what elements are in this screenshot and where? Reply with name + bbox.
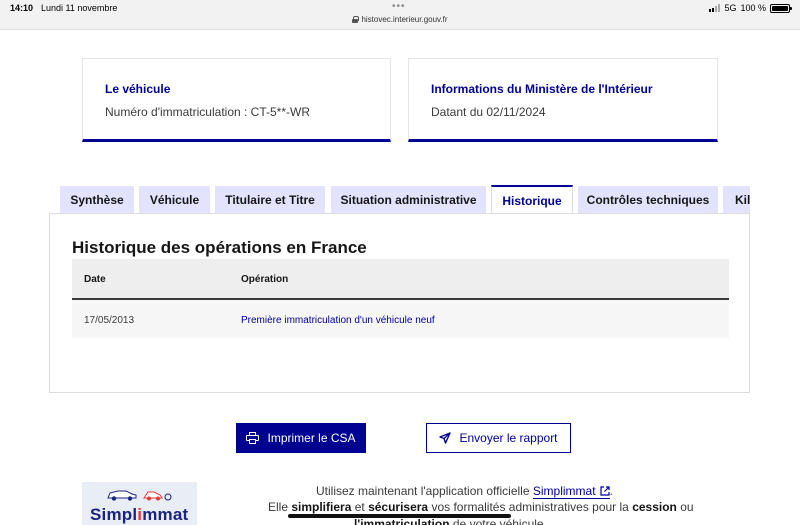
tab-synthese[interactable]: Synthèse <box>60 186 134 213</box>
status-bar: 14:10 Lundi 11 novembre ••• histovec.int… <box>0 0 800 30</box>
external-link-icon <box>599 486 610 496</box>
tab-controles-techniques[interactable]: Contrôles techniques <box>578 186 718 213</box>
vehicle-card-title: Le véhicule <box>105 82 171 96</box>
ministry-card-title: Informations du Ministère de l'Intérieur <box>431 82 653 96</box>
tab-vehicule[interactable]: Véhicule <box>139 186 210 213</box>
status-indicators: 5G 100 % <box>709 3 792 13</box>
print-button-label: Imprimer le CSA <box>267 431 356 445</box>
tab-titulaire-titre[interactable]: Titulaire et Titre <box>215 186 325 213</box>
tab-kilometrage[interactable]: Kilo <box>723 186 750 213</box>
tab-historique[interactable]: Historique <box>491 185 573 214</box>
tab-bar: Synthèse Véhicule Titulaire et Titre Sit… <box>60 185 750 214</box>
print-csa-button[interactable]: Imprimer le CSA <box>236 423 366 453</box>
logo-wordmark: Simplimmat <box>90 505 189 524</box>
printer-icon <box>246 432 260 444</box>
lock-icon <box>352 16 360 23</box>
promo-line-1: Utilisez maintenant l'application offici… <box>316 484 613 499</box>
data-date: Datant du 02/11/2024 <box>431 105 546 119</box>
history-table: Date Opération 17/05/2013 Première immat… <box>72 259 729 338</box>
simplimmat-link[interactable]: Simplimmat <box>532 484 610 499</box>
table-header: Date Opération <box>72 259 729 300</box>
promo-line-2: Elle simplifiera et sécurisera vos forma… <box>268 500 694 514</box>
network-type: 5G <box>724 3 737 13</box>
address-url: histovec.interieur.gouv.fr <box>361 15 448 24</box>
column-header-operation: Opération <box>241 274 289 285</box>
tab-situation-administrative[interactable]: Situation administrative <box>331 186 486 213</box>
table-row: 17/05/2013 Première immatriculation d'un… <box>72 300 729 338</box>
panel-title: Historique des opérations en France <box>72 238 367 257</box>
status-time: 14:10 <box>10 3 34 13</box>
row-operation: Première immatriculation d'un véhicule n… <box>241 315 435 326</box>
address-bar[interactable]: histovec.interieur.gouv.fr <box>0 15 800 24</box>
column-header-date: Date <box>84 274 106 285</box>
battery-icon <box>770 3 792 13</box>
send-report-button[interactable]: Envoyer le rapport <box>426 423 571 453</box>
row-date: 17/05/2013 <box>84 315 135 326</box>
browser-menu-dots-icon[interactable]: ••• <box>392 1 406 12</box>
simplimmat-logo[interactable]: Simplimmat <box>82 482 197 525</box>
history-panel: Historique des opérations en France Date… <box>49 213 750 393</box>
send-icon <box>439 432 452 444</box>
send-button-label: Envoyer le rapport <box>459 431 558 445</box>
car-illustration-icon <box>107 490 172 501</box>
signal-icon <box>709 4 721 12</box>
registration-number: Numéro d'immatriculation : CT-5**-WR <box>105 105 311 119</box>
battery-fill <box>772 5 788 11</box>
promo-line-3: l'immatriculation de votre véhicule. <box>354 517 547 525</box>
ministry-card: Informations du Ministère de l'Intérieur… <box>408 58 718 142</box>
battery-percent: 100 % <box>740 3 766 13</box>
vehicle-card: Le véhicule Numéro d'immatriculation : C… <box>82 58 391 142</box>
status-date: Lundi 11 novembre <box>41 3 118 13</box>
